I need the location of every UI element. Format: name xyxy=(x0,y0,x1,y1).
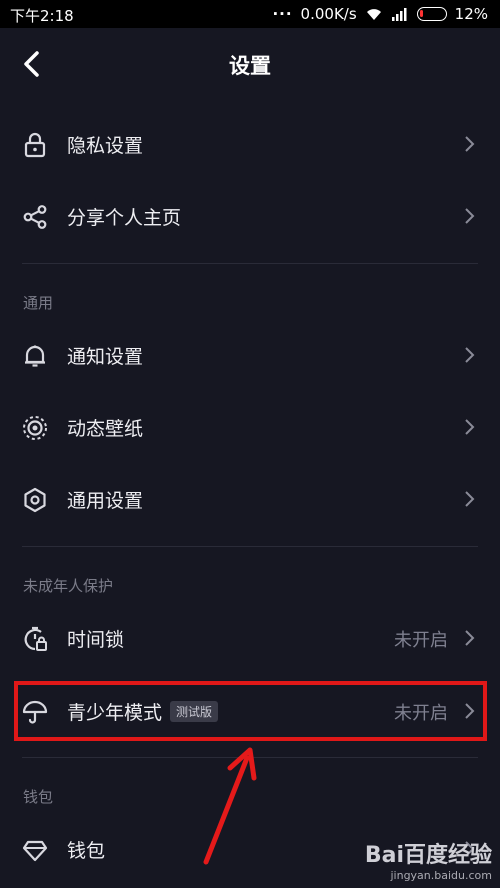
row-time-lock[interactable]: 时间锁 未开启 xyxy=(0,602,500,674)
section-title-general: 通用 xyxy=(23,294,54,312)
status-bar: 下午2:18 ··· 0.00K/s 12% xyxy=(0,0,500,28)
divider xyxy=(22,546,478,547)
row-general-settings[interactable]: 通用设置 xyxy=(0,463,500,535)
watermark: Bai百度经验 jingyan.baidu.com xyxy=(365,837,492,882)
row-label: 分享个人主页 xyxy=(67,207,182,229)
watermark-url: jingyan.baidu.com xyxy=(390,869,492,882)
chevron-right-icon xyxy=(465,136,475,152)
row-share-profile[interactable]: 分享个人主页 xyxy=(0,180,500,252)
row-label: 钱包 xyxy=(67,840,106,862)
header: 设置 xyxy=(0,28,500,98)
section-title-wallet: 钱包 xyxy=(23,788,54,806)
status-value: 未开启 xyxy=(394,630,448,651)
timer-lock-icon xyxy=(24,626,47,651)
notification-dots: ··· xyxy=(272,5,293,23)
diamond-icon xyxy=(22,840,48,862)
wallpaper-icon xyxy=(23,416,47,440)
watermark-logo: Bai百度经验 xyxy=(364,843,492,868)
wifi-icon xyxy=(366,9,381,20)
chevron-right-icon xyxy=(465,347,475,363)
row-label: 通用设置 xyxy=(67,490,144,512)
row-label: 时间锁 xyxy=(67,629,125,651)
status-time: 下午2:18 xyxy=(10,7,74,25)
signal-icon xyxy=(391,8,407,21)
section-title-minor-protection: 未成年人保护 xyxy=(23,577,114,595)
annotation-arrow xyxy=(203,747,257,865)
highlight-box xyxy=(14,681,487,741)
lock-icon xyxy=(24,132,46,158)
divider xyxy=(22,263,478,264)
chevron-right-icon xyxy=(465,491,475,507)
share-icon xyxy=(23,205,47,229)
chevron-right-icon xyxy=(465,419,475,435)
row-live-wallpaper[interactable]: 动态壁纸 xyxy=(0,391,500,463)
chevron-right-icon xyxy=(465,208,475,224)
row-label: 通知设置 xyxy=(67,346,144,368)
bell-icon xyxy=(25,345,45,367)
row-label: 隐私设置 xyxy=(67,135,144,157)
chevron-right-icon xyxy=(465,630,475,646)
network-speed: 0.00K/s xyxy=(300,5,357,23)
battery-percent: 12% xyxy=(454,5,488,23)
row-label: 动态壁纸 xyxy=(67,418,144,440)
hexagon-icon xyxy=(24,487,46,513)
page-title: 设置 xyxy=(229,54,271,78)
row-privacy-settings[interactable]: 隐私设置 xyxy=(0,108,500,180)
row-notification-settings[interactable]: 通知设置 xyxy=(0,319,500,391)
battery-icon xyxy=(416,7,447,21)
